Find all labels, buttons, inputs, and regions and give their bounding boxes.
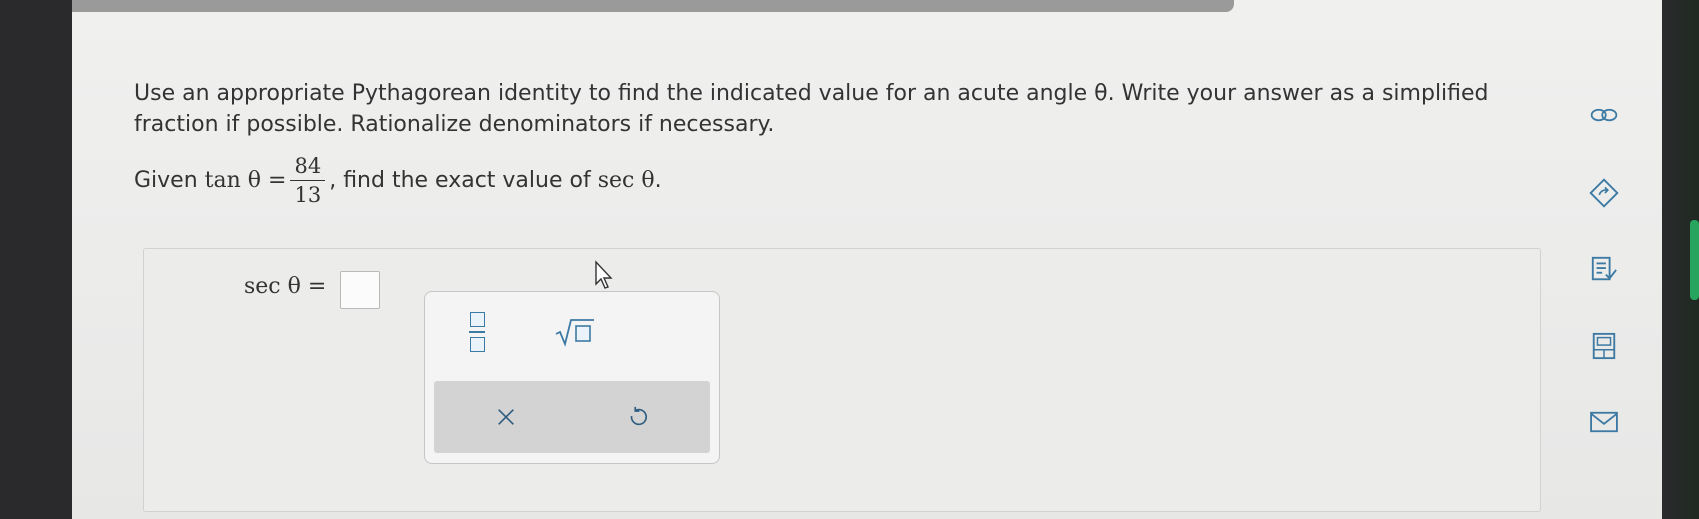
given-suffix: , find the exact value of [329, 167, 591, 193]
checklist-icon [1591, 256, 1617, 281]
status-glow [1690, 220, 1699, 300]
math-palette [424, 291, 720, 464]
rotate-icon [1589, 178, 1619, 208]
given-function: tan θ = [204, 167, 287, 193]
mouse-cursor-icon [595, 260, 613, 289]
answer-panel: sec θ = [143, 248, 1541, 512]
fraction-top-box-icon [469, 312, 485, 327]
question-prompt: Use an appropriate Pythagorean identity … [134, 81, 1489, 137]
undo-button[interactable] [616, 395, 660, 439]
fraction-tool-button[interactable] [461, 306, 493, 358]
link-icon [1590, 108, 1618, 122]
given-fraction: 84 13 [290, 154, 326, 207]
link-icon-button[interactable] [1584, 98, 1624, 132]
fraction-denominator: 13 [294, 182, 322, 207]
palette-actions [434, 381, 710, 453]
fraction-bottom-box-icon [469, 337, 485, 352]
target-function: sec θ [597, 167, 655, 193]
square-root-tool-button[interactable] [549, 314, 601, 350]
top-progress-bar [72, 0, 1234, 12]
fraction-numerator: 84 [290, 154, 326, 181]
rotate-icon-button[interactable] [1584, 176, 1624, 210]
answer-input[interactable] [340, 271, 380, 309]
mail-icon [1590, 411, 1618, 433]
clear-button[interactable] [484, 395, 528, 439]
given-prefix: Given [134, 167, 198, 193]
square-root-icon [555, 319, 594, 347]
calculator-icon [1592, 332, 1616, 360]
calculator-icon-button[interactable] [1584, 329, 1624, 363]
answer-label: sec θ = [244, 274, 327, 299]
close-icon [498, 409, 514, 425]
given-statement: Given tan θ = 84 13 , find the exact val… [134, 145, 662, 215]
mail-icon-button[interactable] [1584, 405, 1624, 439]
period: . [654, 167, 662, 193]
fraction-bar-icon [469, 331, 485, 333]
undo-icon [630, 406, 648, 426]
checklist-icon-button[interactable] [1584, 252, 1624, 286]
screen-bezel-right [1662, 0, 1699, 519]
